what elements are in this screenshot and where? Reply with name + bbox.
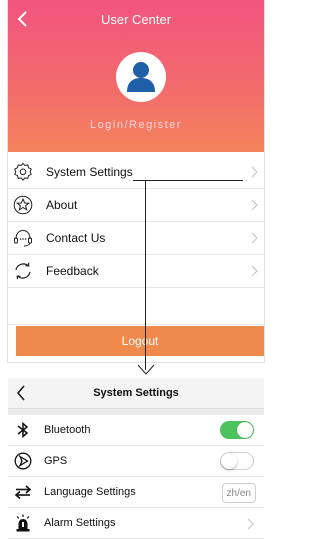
avatar[interactable] <box>116 52 166 102</box>
system-settings-screen: System Settings Bluetooth GPS Language S… <box>8 378 264 539</box>
settings-menu: System Settings About Contact Us Feedbac… <box>8 156 264 288</box>
bluetooth-icon <box>17 421 29 439</box>
menu-item-contact-us[interactable]: Contact Us <box>8 222 264 255</box>
chevron-right-icon <box>251 199 258 211</box>
menu-item-feedback[interactable]: Feedback <box>8 255 264 288</box>
user-center-header: User Center Login/Register <box>8 0 264 152</box>
bluetooth-toggle[interactable] <box>220 421 254 439</box>
swap-arrows-icon <box>14 485 32 500</box>
menu-item-label: About <box>46 198 78 212</box>
connector-line <box>133 180 243 181</box>
headset-icon <box>14 229 32 247</box>
arrow-down-icon <box>137 364 155 375</box>
user-center-screen: User Center Login/Register System Settin… <box>8 0 264 362</box>
gps-toggle[interactable] <box>220 452 254 470</box>
login-register-link[interactable]: Login/Register <box>8 119 264 131</box>
connector-line <box>145 180 146 370</box>
chevron-right-icon <box>251 232 258 244</box>
page-title: User Center <box>100 12 172 27</box>
page-title: System Settings <box>93 387 179 399</box>
star-icon <box>13 195 33 215</box>
logout-button[interactable]: Logout <box>16 326 264 356</box>
chevron-right-icon <box>251 265 258 277</box>
settings-row-alarm[interactable]: Alarm Settings <box>8 508 264 539</box>
settings-row-label: Language Settings <box>44 486 136 498</box>
alarm-light-icon <box>16 514 30 532</box>
system-settings-header: System Settings <box>8 378 264 409</box>
gear-icon <box>14 162 32 181</box>
toggle-knob <box>221 453 237 469</box>
toggle-knob <box>237 422 253 438</box>
settings-row-language[interactable]: Language Settings zh/en <box>8 477 264 508</box>
settings-row-gps[interactable]: GPS <box>8 446 264 477</box>
chevron-right-icon <box>247 518 254 530</box>
menu-item-label: Feedback <box>46 264 99 278</box>
menu-item-label: System Settings <box>46 165 133 179</box>
settings-row-bluetooth[interactable]: Bluetooth <box>8 415 264 446</box>
chevron-right-icon <box>251 166 258 178</box>
menu-item-system-settings[interactable]: System Settings <box>8 156 264 189</box>
user-icon <box>127 62 155 92</box>
menu-spacer <box>8 289 264 325</box>
refresh-icon <box>15 262 31 280</box>
menu-item-about[interactable]: About <box>8 189 264 222</box>
settings-row-label: Bluetooth <box>44 424 91 436</box>
gps-icon <box>14 452 32 470</box>
language-value[interactable]: zh/en <box>221 483 256 503</box>
settings-row-label: Alarm Settings <box>44 517 116 529</box>
settings-row-label: GPS <box>44 455 68 467</box>
menu-item-label: Contact Us <box>46 231 106 245</box>
